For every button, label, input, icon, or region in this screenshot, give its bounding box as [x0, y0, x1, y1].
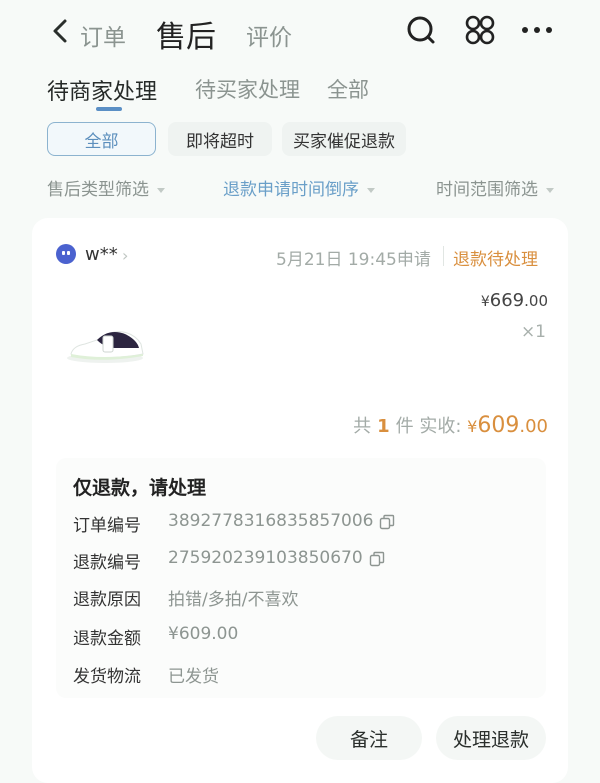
product-thumbnail[interactable]	[63, 318, 147, 368]
apply-time: 5月21日 19:45申请	[276, 250, 431, 270]
filter-after-sale-type[interactable]: 售后类型筛选	[47, 175, 165, 200]
status-tabs: 待商家处理 待买家处理 全部	[0, 70, 600, 114]
total-suffix: 件 实收:	[395, 416, 462, 437]
paid-symbol: ¥	[467, 417, 478, 436]
total-prefix: 共	[353, 416, 372, 437]
refund-number-value: 275920239103850670	[168, 548, 363, 568]
chip-about-to-timeout[interactable]: 即将超时	[168, 122, 272, 156]
shop-icon	[56, 244, 76, 264]
paid-integer: 609	[477, 413, 520, 438]
unit-price: ¥669.00	[481, 290, 548, 311]
price-integer: 669	[489, 290, 525, 311]
shipping-value: 已发货	[168, 667, 219, 687]
refund-amount-label: 退款金额	[73, 629, 141, 649]
more-icon[interactable]	[520, 22, 554, 38]
top-nav-bar: 订单 售后 评价	[0, 0, 600, 64]
paid-decimal: .00	[519, 416, 548, 437]
total-count: 1	[377, 416, 390, 437]
order-number-label: 订单编号	[73, 516, 141, 536]
process-refund-button[interactable]: 处理退款	[436, 716, 546, 760]
remark-button[interactable]: 备注	[316, 716, 422, 760]
nav-after-sales[interactable]: 售后	[156, 12, 216, 56]
status-badge: 退款待处理	[453, 250, 538, 270]
refund-number-label: 退款编号	[73, 553, 141, 573]
caret-down-icon	[157, 187, 165, 193]
chip-buyer-urge-refund[interactable]: 买家催促退款	[282, 122, 406, 156]
refund-detail-title: 仅退款，请处理	[73, 477, 207, 499]
price-decimal: .00	[524, 292, 548, 310]
caret-down-icon	[367, 187, 375, 193]
filter-time-range[interactable]: 时间范围筛选	[436, 175, 554, 200]
tab-pending-merchant[interactable]: 待商家处理	[47, 74, 157, 106]
filter-sort-order[interactable]: 退款申请时间倒序	[223, 175, 375, 200]
chevron-right-icon[interactable]: ›	[122, 246, 128, 265]
price-symbol: ¥	[480, 294, 490, 310]
copy-icon[interactable]	[379, 514, 395, 530]
filter-sort-label: 退款申请时间倒序	[223, 180, 359, 200]
nav-reviews[interactable]: 评价	[246, 18, 292, 52]
search-icon[interactable]	[406, 14, 436, 46]
refund-reason-value: 拍错/多拍/不喜欢	[168, 590, 299, 610]
chip-all[interactable]: 全部	[47, 122, 156, 156]
nav-orders[interactable]: 订单	[80, 18, 126, 52]
refund-reason-label: 退款原因	[73, 590, 141, 610]
apps-icon[interactable]	[464, 14, 496, 46]
shipping-label: 发货物流	[73, 667, 141, 687]
tab-all[interactable]: 全部	[327, 74, 369, 104]
refund-amount-value: ¥609.00	[168, 624, 239, 644]
filter-range-label: 时间范围筛选	[436, 180, 538, 200]
paid-amount: ¥609.00	[467, 413, 548, 438]
shop-name[interactable]: w**	[85, 244, 118, 265]
total-summary: 共1件 实收: ¥609.00	[353, 412, 548, 438]
quantity: ×1	[520, 322, 546, 342]
caret-down-icon	[546, 187, 554, 193]
divider	[443, 246, 444, 266]
back-arrow-icon[interactable]	[48, 16, 72, 46]
copy-icon[interactable]	[369, 551, 385, 567]
tab-pending-buyer[interactable]: 待买家处理	[195, 74, 300, 104]
active-tab-indicator	[96, 107, 122, 111]
order-number-value: 3892778316835857006	[168, 511, 374, 531]
filter-type-label: 售后类型筛选	[47, 180, 149, 200]
